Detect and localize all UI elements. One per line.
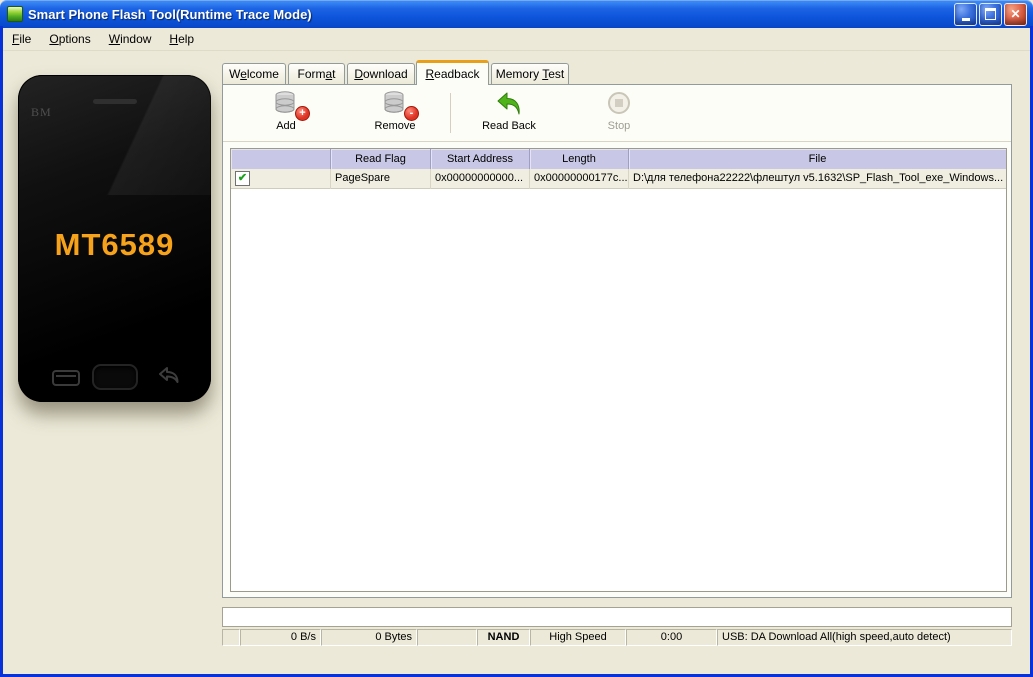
add-button[interactable]: + Add bbox=[244, 90, 328, 132]
tab-readback[interactable]: Readback bbox=[416, 60, 489, 85]
remove-button[interactable]: - Remove bbox=[353, 90, 437, 132]
phone-menu-key-icon bbox=[52, 370, 80, 386]
read-back-arrow-icon bbox=[467, 90, 551, 120]
row-start-address: 0x00000000000... bbox=[431, 169, 530, 189]
status-spacer bbox=[417, 629, 477, 646]
status-bar: 0 B/s 0 Bytes NAND High Speed 0:00 USB: … bbox=[222, 629, 1012, 646]
tab-memory-test[interactable]: Memory Test bbox=[491, 63, 569, 84]
phone-home-key-icon bbox=[91, 364, 138, 390]
remove-label: Remove bbox=[374, 120, 416, 132]
header-read-flag[interactable]: Read Flag bbox=[331, 149, 431, 169]
window-border-left bbox=[0, 26, 3, 677]
tab-format[interactable]: Format bbox=[288, 63, 345, 84]
add-label: Add bbox=[276, 120, 296, 132]
menu-file[interactable]: File bbox=[3, 30, 40, 48]
phone-back-key-icon bbox=[159, 367, 179, 383]
status-flash-type: NAND bbox=[477, 629, 530, 646]
row-length: 0x00000000177c... bbox=[530, 169, 629, 189]
window-controls: ✕ bbox=[954, 2, 1027, 26]
remove-database-icon: - bbox=[353, 90, 437, 121]
menu-window[interactable]: Window bbox=[100, 30, 161, 48]
table-header-row: Read Flag Start Address Length File bbox=[231, 149, 1006, 169]
status-speed: 0 B/s bbox=[240, 629, 321, 646]
title-bar[interactable]: Smart Phone Flash Tool(Runtime Trace Mod… bbox=[0, 0, 1033, 28]
close-button[interactable]: ✕ bbox=[1004, 2, 1027, 26]
stop-label: Stop bbox=[607, 120, 631, 132]
phone-keys bbox=[18, 364, 211, 390]
chipset-label: MT6589 bbox=[54, 227, 175, 262]
phone-image: BM MT6589 bbox=[18, 75, 211, 402]
add-database-icon: + bbox=[244, 90, 328, 121]
phone-brand-label: BM bbox=[31, 105, 52, 119]
menu-bar: File Options Window Help bbox=[3, 28, 1030, 51]
phone-gloss bbox=[18, 75, 211, 195]
header-checkbox[interactable] bbox=[231, 149, 331, 169]
app-icon bbox=[7, 6, 23, 22]
phone-speaker bbox=[92, 99, 137, 104]
header-length[interactable]: Length bbox=[530, 149, 629, 169]
header-file[interactable]: File bbox=[629, 149, 1006, 169]
minimize-icon bbox=[961, 17, 970, 21]
tab-download[interactable]: Download bbox=[347, 63, 415, 84]
read-back-label: Read Back bbox=[482, 120, 536, 132]
table-row[interactable]: ✔ PageSpare 0x00000000000... 0x000000001… bbox=[231, 169, 1006, 189]
readback-toolbar: + Add - Remove Read Back Stop bbox=[223, 85, 1011, 142]
toolbar-separator bbox=[450, 93, 451, 133]
readback-table: Read Flag Start Address Length File ✔ Pa… bbox=[230, 148, 1007, 592]
window-title: Smart Phone Flash Tool(Runtime Trace Mod… bbox=[28, 6, 312, 22]
progress-bar bbox=[222, 607, 1012, 627]
tab-welcome[interactable]: Welcome bbox=[222, 63, 286, 84]
minimize-button[interactable] bbox=[954, 2, 977, 26]
stop-button: Stop bbox=[577, 90, 661, 132]
app-window: Smart Phone Flash Tool(Runtime Trace Mod… bbox=[0, 0, 1033, 677]
status-elapsed-time: 0:00 bbox=[626, 629, 717, 646]
add-plus-badge: + bbox=[295, 106, 310, 121]
row-file-path[interactable]: D:\для телефона22222\флештул v5.1632\SP_… bbox=[629, 169, 1006, 189]
row-read-flag[interactable]: PageSpare bbox=[331, 169, 431, 189]
menu-options[interactable]: Options bbox=[40, 30, 99, 48]
status-bytes: 0 Bytes bbox=[321, 629, 417, 646]
status-connection: USB: DA Download All(high speed,auto det… bbox=[717, 629, 1012, 646]
read-back-button[interactable]: Read Back bbox=[467, 90, 551, 132]
status-usb-speed: High Speed bbox=[530, 629, 626, 646]
close-icon: ✕ bbox=[1010, 7, 1021, 21]
remove-minus-badge: - bbox=[404, 106, 419, 121]
check-icon: ✔ bbox=[237, 172, 248, 184]
maximize-button[interactable] bbox=[979, 2, 1002, 26]
header-start-address[interactable]: Start Address bbox=[431, 149, 530, 169]
row-checkbox-cell: ✔ bbox=[231, 169, 331, 189]
menu-help[interactable]: Help bbox=[160, 30, 203, 48]
row-checkbox[interactable]: ✔ bbox=[235, 171, 250, 186]
stop-icon bbox=[577, 90, 661, 120]
status-blank bbox=[222, 629, 240, 646]
maximize-icon bbox=[985, 8, 996, 20]
